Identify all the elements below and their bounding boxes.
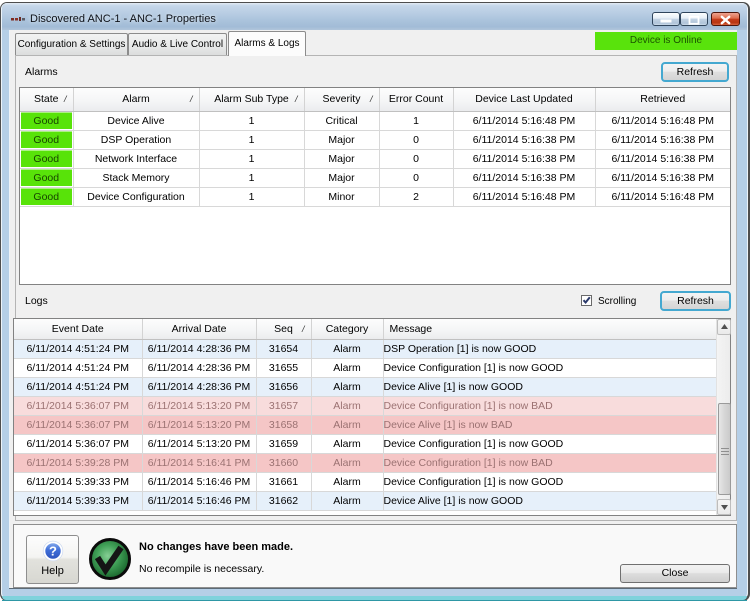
svg-text:?: ? <box>49 544 57 559</box>
